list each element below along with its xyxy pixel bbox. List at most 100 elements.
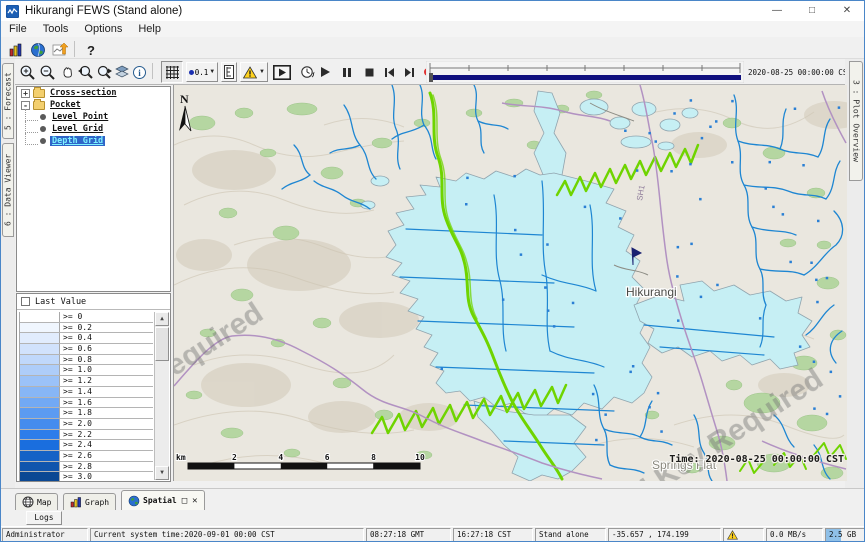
legend-class-list: >= 0>= 0.2>= 0.4>= 0.6>= 0.8>= 1.0>= 1.2… [19,312,153,481]
zoom-in-button[interactable] [17,62,37,82]
status-cell-system-time: Current system time:2020-09-01 00:00 CST [90,528,364,542]
thresholds-dropdown[interactable]: ▼ [240,62,268,82]
time-slider-loaded-bar [429,75,741,80]
stop-button[interactable] [361,62,377,82]
legend-header: Last Value [17,294,170,310]
status-text: Current system time:2020-09-01 00:00 CST [94,530,275,539]
help-button[interactable]: ? [81,40,101,60]
logs-button[interactable]: Logs [26,511,62,525]
longitudinal-profile-button[interactable] [221,62,237,82]
toolbar-datetime: 2020-08-25 00:00:00 CST [748,68,852,77]
maximize-button[interactable]: □ [795,1,829,21]
side-tab-plot-overview[interactable]: 3 : Plot Overview [849,61,863,181]
last-value-checkbox[interactable] [21,297,30,306]
status-cell-user: Administrator [2,528,88,542]
legend-scrollbar[interactable]: ▲ ▼ [154,312,169,480]
tree-item-pocket[interactable]: -Pocket [17,99,170,111]
zoom-out-button[interactable] [37,62,57,82]
contour-threshold-dropdown[interactable]: 0.1 ▼ [186,62,218,82]
menu-bar: File Tools Options Help [1,21,864,37]
tab-map[interactable]: Map [15,493,58,511]
legend-row: >= 3.0 [20,472,153,482]
timeseries-dialog-button[interactable] [50,40,70,60]
right-tab-strip: 3 : Plot Overview [845,59,864,488]
skip-end-button[interactable] [401,62,417,82]
filter-tree-panel: +Cross-section-PocketLevel PointLevel Gr… [16,86,171,292]
show-grid-button[interactable] [161,61,183,83]
level-point-dot [759,317,762,320]
pan-button[interactable] [57,62,77,82]
skip-start-icon [384,67,395,78]
pause-button[interactable] [339,62,355,82]
level-point-dot [673,112,676,115]
window-title: Hikurangi FEWS (Stand alone) [25,5,182,17]
scroll-up-button[interactable]: ▲ [155,312,169,326]
tree-item-cross-section[interactable]: +Cross-section [17,87,170,99]
tree-item-level-grid[interactable]: Level Grid [17,123,170,135]
time-slider[interactable] [426,61,744,83]
info-button[interactable]: i [129,62,149,82]
zoom-next-button[interactable] [94,62,114,82]
menu-item-file[interactable]: File [9,23,27,35]
level-point-dot [690,243,693,246]
legend-class-label: >= 2.2 [60,430,92,440]
legend-row: >= 2.2 [20,430,153,441]
menu-item-options[interactable]: Options [84,23,122,35]
side-tab-data-viewer[interactable]: 6 : Data Viewer [2,143,14,237]
legend-class-label: >= 1.2 [60,376,92,386]
menu-item-tools[interactable]: Tools [43,23,69,35]
level-point-dot [572,302,575,305]
map-canvas[interactable]: API Key Required API Key Required Hikura… [174,85,847,481]
globe-icon [128,495,140,507]
database-chart-button[interactable] [6,40,26,60]
tab-spatial[interactable]: Spatial□✕ [121,490,205,511]
legend-class-label: >= 2.4 [60,440,92,450]
animation-panel-button[interactable] [272,62,292,82]
level-point-dot [700,296,703,299]
app-icon [6,5,19,18]
status-text: 0.0 MB/s [770,530,806,539]
scale-tick-label: 4 [278,453,283,462]
tree-connector [25,133,38,145]
time-slider-handle[interactable] [429,73,433,82]
map-view[interactable]: API Key Required API Key Required Hikura… [173,85,846,481]
play-button[interactable] [317,62,333,82]
level-point-dot [813,407,816,410]
tab-graph[interactable]: Graph [63,493,116,511]
menu-item-help[interactable]: Help [138,23,161,35]
node-bullet-icon [40,126,46,132]
chevron-down-icon: ▼ [209,69,215,75]
side-tab-forecast[interactable]: 5 : Forecast [2,63,14,139]
level-point-dot [772,206,775,209]
legend-color-swatch [20,408,60,418]
close-button[interactable]: ✕ [830,1,864,21]
folder-icon [33,101,45,110]
legend-color-swatch [20,333,60,343]
toolbar-separator [74,41,75,57]
tree-item-level-point[interactable]: Level Point [17,111,170,123]
chart-arrow-icon [52,42,69,58]
tab-close-icon[interactable]: ✕ [192,496,197,506]
level-point-dot [520,253,523,256]
scrollbar-thumb[interactable] [155,327,169,361]
level-point-dot [624,130,627,133]
tree-item-depth-grid[interactable]: Depth Grid [17,135,170,147]
zoom-previous-button[interactable] [75,62,95,82]
legend-row: >= 1.6 [20,398,153,409]
status-text: 2.5 GB [829,530,856,539]
animation-settings-button[interactable] [297,62,317,82]
zoom-in-icon [19,64,36,81]
expand-icon[interactable]: + [21,89,30,98]
map-display-button[interactable] [28,40,48,60]
skip-start-button[interactable] [381,62,397,82]
scroll-down-button[interactable]: ▼ [155,466,169,480]
main-toolbar: ? [1,37,864,59]
app-window: Hikurangi FEWS (Stand alone) — □ ✕ File T… [0,0,865,542]
tab-maximize-icon[interactable]: □ [182,496,187,506]
legend-class-label: >= 2.8 [60,462,92,472]
level-point-dot [670,170,673,173]
tree-item-label: Pocket [48,100,83,110]
legend-color-swatch [20,365,60,375]
pan-hand-icon [60,65,75,80]
minimize-button[interactable]: — [760,1,794,21]
